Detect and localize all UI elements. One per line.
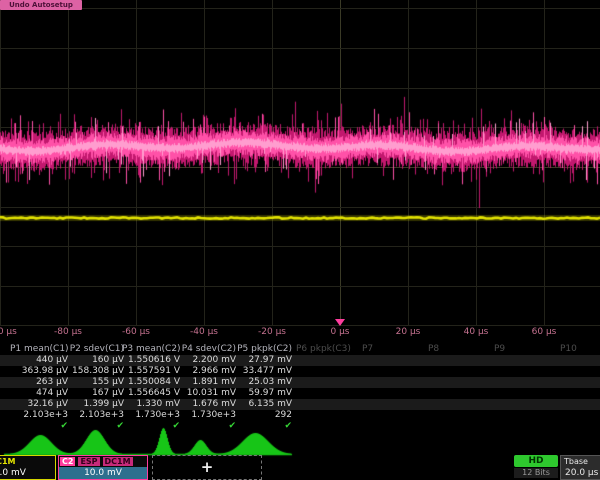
undo-autosetup-button[interactable]: Undo Autosetup [0,0,82,10]
measurement-value: 440 µV [10,355,68,366]
measurement-column-header[interactable]: P8 [428,344,486,355]
measurement-value: 155 µV [66,377,124,388]
channel-c2-descriptor[interactable]: C2 ESP DC1M 10.0 mV [58,455,148,480]
c2-coupling: DC1M [103,457,133,466]
time-axis-label: -100 µs [0,327,17,337]
add-trace-button[interactable]: + [152,455,262,480]
hd-badge: HD [514,455,558,467]
measurement-column-header[interactable]: P4 sdev(C2) [178,344,236,355]
status-check-icon: ✔ [66,421,124,432]
measurement-value: 25.03 mV [234,377,292,388]
measurement-value: 2.103e+3 [66,410,124,421]
measurement-column-header[interactable]: P10 [560,344,600,355]
measurement-value: 263 µV [10,377,68,388]
timebase-descriptor[interactable]: Tbase 20.0 µs [560,455,600,480]
measurement-column-header[interactable]: P3 mean(C2) [122,344,180,355]
status-check-icon: ✔ [178,421,236,432]
measurement-value: 292 [234,410,292,421]
measurement-table: P1 mean(C1)440 µV363.98 µV263 µV474 µV32… [0,344,600,432]
status-check-icon: ✔ [234,421,292,432]
measurement-column-header[interactable]: P2 sdev(C1) [66,344,124,355]
channel-c1-descriptor[interactable]: C1 DC1M 10.0 mV [0,455,56,480]
measurement-value: 27.97 mV [234,355,292,366]
trigger-position-marker-icon[interactable] [335,319,345,326]
measurement-value: 1.556645 V [122,388,180,399]
measurement-value: 1.557591 V [122,366,180,377]
time-axis-label: -60 µs [122,327,150,337]
status-check-icon: ✔ [122,421,180,432]
measurement-value: 1.330 mV [122,399,180,410]
measurement-value: 2.103e+3 [10,410,68,421]
measurement-value: 474 µV [10,388,68,399]
hd-mode-indicator[interactable]: HD 12 Bits [514,455,558,479]
measurement-value: 158.308 µV [66,366,124,377]
measurement-value: 2.200 mV [178,355,236,366]
time-axis-label: -20 µs [258,327,286,337]
status-check-icon: ✔ [10,421,68,432]
tbase-value: 20.0 µs [565,467,598,479]
time-axis-label: 0 µs [330,327,349,337]
time-axis: -100 µs -80 µs -60 µs -40 µs -20 µs 0 µs 20 µs… [0,325,600,341]
measurement-value: 363.98 µV [10,366,68,377]
measurement-value: 33.477 mV [234,366,292,377]
measurement-value: 2.966 mV [178,366,236,377]
measurement-value: 1.891 mV [178,377,236,388]
c2-esp-badge: ESP [78,457,99,466]
measurement-value: 32.16 µV [10,399,68,410]
measurement-column-header[interactable]: P5 pkpk(C2) [234,344,292,355]
measurement-column-header[interactable]: P6 pkpk(C3) [296,344,354,355]
plus-icon: + [153,456,261,479]
tbase-label: Tbase [564,456,588,467]
time-axis-label: -80 µs [54,327,82,337]
descriptor-bar: C1 DC1M 10.0 mV C2 ESP DC1M 10.0 mV + HD… [0,455,600,480]
measurement-column-header[interactable]: P7 [362,344,420,355]
time-axis-label: 20 µs [396,327,421,337]
time-axis-label: -40 µs [190,327,218,337]
oscilloscope-screen: Undo Autosetup -100 µs -80 µs -60 µs -40 µs… [0,0,600,480]
measurement-value: 59.97 mV [234,388,292,399]
measurement-value: 10.031 mV [178,388,236,399]
hd-bits-label: 12 Bits [514,468,558,478]
measurement-value: 1.730e+3 [178,410,236,421]
measurement-column-header[interactable]: P9 [494,344,552,355]
measurement-column-header[interactable]: P1 mean(C1) [10,344,68,355]
measurement-value: 1.550084 V [122,377,180,388]
c2-label: C2 [60,457,75,466]
measurement-value: 1.550616 V [122,355,180,366]
measurement-value: 6.135 mV [234,399,292,410]
time-axis-label: 40 µs [464,327,489,337]
c1-scale: 10.0 mV [0,467,55,479]
measurement-value: 167 µV [66,388,124,399]
time-axis-label: 60 µs [532,327,557,337]
c2-scale: 10.0 mV [59,467,147,479]
measurement-value: 1.676 mV [178,399,236,410]
measurement-value: 1.730e+3 [122,410,180,421]
measurement-value: 160 µV [66,355,124,366]
waveform-display-area[interactable] [0,0,600,326]
measurement-value: 1.399 µV [66,399,124,410]
c1-coupling: DC1M [0,456,15,467]
